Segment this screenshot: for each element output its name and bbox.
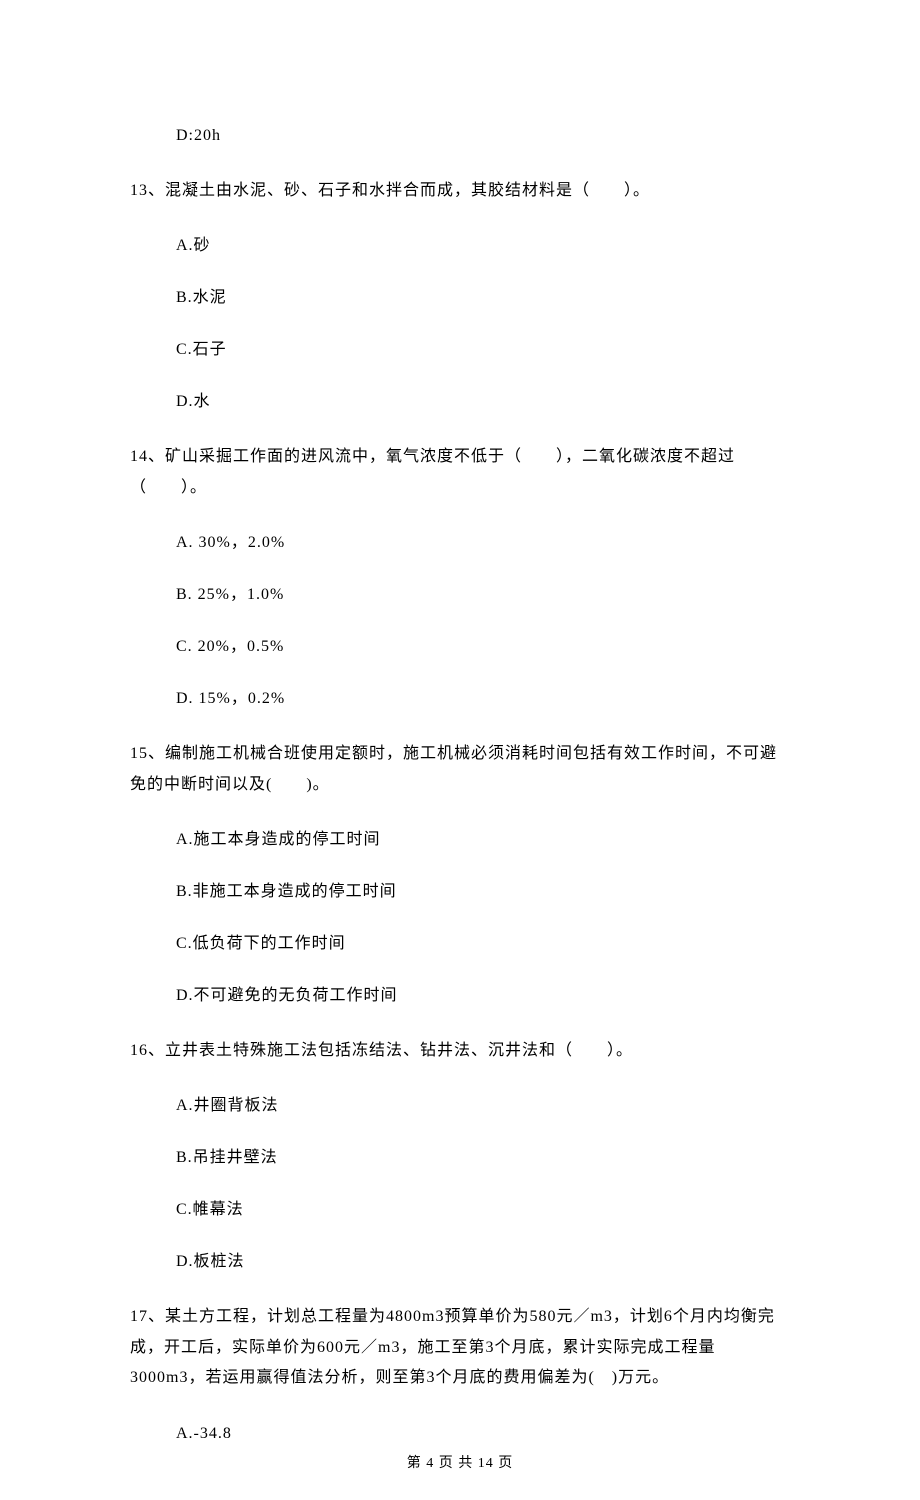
q14-stem: 14、矿山采掘工作面的进风流中，氧气浓度不低于（ ），二氧化碳浓度不超过（ ）。 [130,428,790,517]
q15-option-d: D.不可避免的无负荷工作时间 [130,970,790,1022]
q13-stem: 13、混凝土由水泥、砂、石子和水拌合而成，其胶结材料是（ ）。 [130,162,790,220]
q16-option-b: B.吊挂井壁法 [130,1132,790,1184]
q16-option-d: D.板桩法 [130,1236,790,1288]
q14-option-b: B. 25%，1.0% [130,569,790,621]
q16-option-a: A.井圈背板法 [130,1080,790,1132]
q16-stem: 16、立井表土特殊施工法包括冻结法、钻井法、沉井法和（ ）。 [130,1022,790,1080]
q14-option-c: C. 20%，0.5% [130,621,790,673]
q17-stem: 17、某土方工程，计划总工程量为4800m3预算单价为580元／m3，计划6个月… [130,1288,790,1407]
q12-option-d: D:20h [130,110,790,162]
q13-option-b: B.水泥 [130,272,790,324]
q13-option-a: A.砂 [130,220,790,272]
page-footer: 第 4 页 共 14 页 [0,1452,920,1472]
q14-option-d: D. 15%，0.2% [130,673,790,725]
q16-option-c: C.帷幕法 [130,1184,790,1236]
q13-option-c: C.石子 [130,324,790,376]
q15-stem: 15、编制施工机械合班使用定额时，施工机械必须消耗时间包括有效工作时间，不可避免… [130,725,790,814]
q15-option-a: A.施工本身造成的停工时间 [130,814,790,866]
q15-option-c: C.低负荷下的工作时间 [130,918,790,970]
q14-option-a: A. 30%，2.0% [130,517,790,569]
q13-option-d: D.水 [130,376,790,428]
document-page: D:20h 13、混凝土由水泥、砂、石子和水拌合而成，其胶结材料是（ ）。 A.… [0,0,920,1500]
q15-option-b: B.非施工本身造成的停工时间 [130,866,790,918]
